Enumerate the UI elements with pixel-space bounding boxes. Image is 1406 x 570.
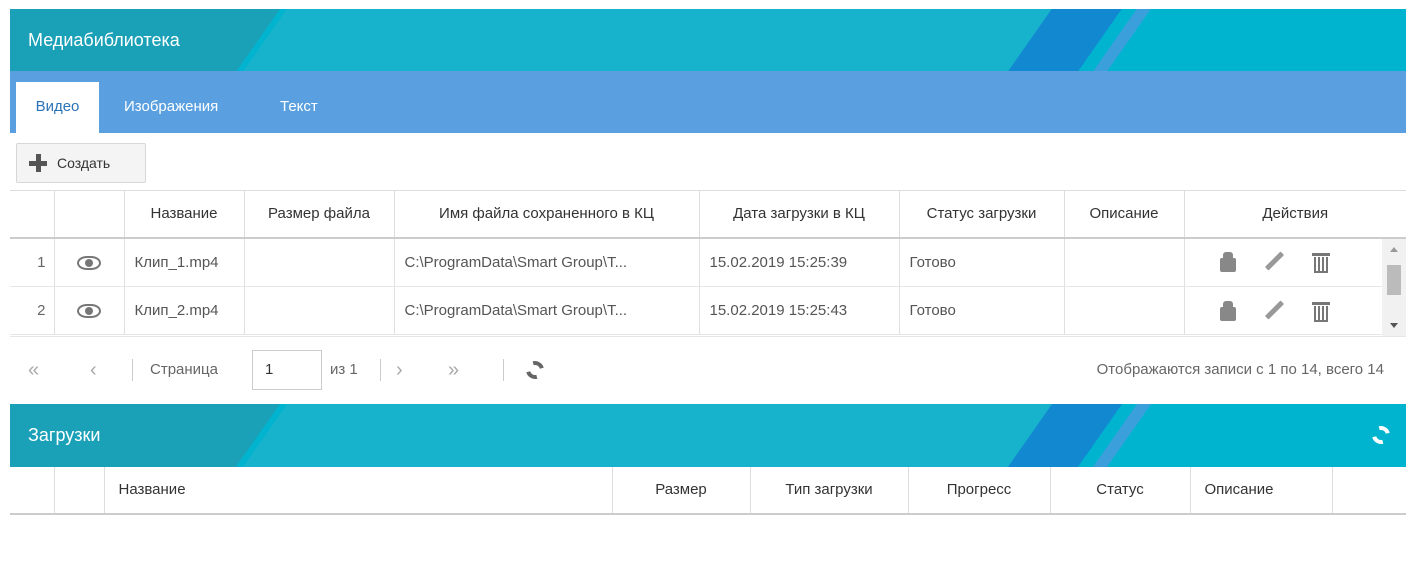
row-actions: [1184, 238, 1406, 287]
dl-column-header-type[interactable]: Тип загрузки: [750, 466, 909, 515]
row-date: 15.02.2019 15:25:43: [699, 286, 900, 335]
column-header-actions: Действия: [1184, 190, 1406, 239]
trash-icon[interactable]: [1310, 300, 1332, 322]
refresh-icon: [522, 357, 548, 382]
dl-column-header-progress[interactable]: Прогресс: [908, 466, 1051, 515]
pager-divider: [132, 358, 133, 381]
row-description: [1064, 286, 1185, 335]
table-row[interactable]: 2 Клип_2.mp4 C:\ProgramData\Smart Group\…: [10, 286, 1406, 335]
column-header-description[interactable]: Описание: [1064, 190, 1185, 239]
row-size: [244, 286, 395, 335]
pager-divider: [503, 358, 504, 381]
pencil-icon[interactable]: [1263, 300, 1285, 322]
pencil-icon[interactable]: [1263, 251, 1285, 273]
spy-icon[interactable]: [1217, 251, 1239, 273]
dl-column-header-size[interactable]: Размер: [612, 466, 751, 515]
media-table-body: 1 Клип_1.mp4 C:\ProgramData\Smart Group\…: [10, 238, 1406, 336]
dl-column-header-name[interactable]: Название: [104, 466, 613, 515]
tab-text[interactable]: Текст: [266, 82, 332, 133]
row-description: [1064, 238, 1185, 287]
refresh-button[interactable]: [522, 337, 548, 403]
create-button-label: Создать: [57, 155, 111, 171]
row-size: [244, 238, 395, 287]
next-page-button[interactable]: ›: [396, 337, 403, 403]
row-number: 1: [10, 238, 55, 287]
row-name: Клип_2.mp4: [124, 286, 245, 335]
last-page-button[interactable]: »: [448, 337, 459, 403]
tab-images[interactable]: Изображения: [110, 82, 232, 133]
media-library-panel: Медиабиблиотека Видео Изображения Текст …: [10, 9, 1406, 515]
pager-divider: [380, 358, 381, 381]
refresh-icon: [1368, 422, 1394, 447]
row-status: Готово: [899, 286, 1065, 335]
dl-column-header-icon: [54, 466, 105, 515]
pager: « ‹ Страница из 1 › » Отображаются запис…: [10, 335, 1406, 404]
column-header-name[interactable]: Название: [124, 190, 245, 239]
vertical-scrollbar[interactable]: [1382, 238, 1406, 336]
first-page-button[interactable]: «: [28, 337, 39, 403]
table-row[interactable]: 1 Клип_1.mp4 C:\ProgramData\Smart Group\…: [10, 238, 1406, 287]
column-header-preview: [54, 190, 125, 239]
row-name: Клип_1.mp4: [124, 238, 245, 287]
preview-cell: [54, 286, 125, 335]
tab-video[interactable]: Видео: [16, 82, 99, 133]
scrollbar-thumb[interactable]: [1387, 264, 1401, 295]
row-path: C:\ProgramData\Smart Group\T...: [394, 238, 700, 287]
records-info: Отображаются записи с 1 по 14, всего 14: [1096, 360, 1384, 378]
column-header-stored-file-name[interactable]: Имя файла сохраненного в КЦ: [394, 190, 700, 239]
media-table-rows: 1 Клип_1.mp4 C:\ProgramData\Smart Group\…: [10, 238, 1406, 335]
dl-column-header-extra: [1332, 466, 1406, 515]
column-header-number: [10, 190, 55, 239]
page-label: Страница: [150, 360, 218, 378]
scroll-down-icon[interactable]: [1390, 322, 1398, 328]
downloads-refresh-button[interactable]: [1368, 422, 1394, 447]
media-library-title: Медиабиблиотека: [28, 30, 180, 50]
tab-bar: Видео Изображения Текст: [10, 71, 1406, 133]
row-date: 15.02.2019 15:25:39: [699, 238, 900, 287]
trash-icon[interactable]: [1310, 251, 1332, 274]
scroll-up-icon[interactable]: [1390, 246, 1398, 252]
eye-icon[interactable]: [77, 304, 101, 319]
media-table-header: Название Размер файла Имя файла сохранен…: [10, 190, 1406, 239]
dl-column-header-status[interactable]: Статус: [1050, 466, 1191, 515]
page-number-input[interactable]: [252, 349, 322, 390]
row-actions: [1184, 286, 1406, 335]
downloads-header: Загрузки: [10, 403, 1406, 467]
downloads-table-header: Название Размер Тип загрузки Прогресс Ст…: [10, 466, 1406, 515]
column-header-file-size[interactable]: Размер файла: [244, 190, 395, 239]
dl-column-header-number: [10, 466, 55, 515]
column-header-upload-status[interactable]: Статус загрузки: [899, 190, 1065, 239]
row-path: C:\ProgramData\Smart Group\T...: [394, 286, 700, 335]
dl-column-header-description[interactable]: Описание: [1190, 466, 1333, 515]
eye-icon[interactable]: [77, 255, 101, 270]
spy-icon[interactable]: [1217, 300, 1239, 322]
column-header-upload-date[interactable]: Дата загрузки в КЦ: [699, 190, 900, 239]
toolbar: Создать: [10, 133, 1406, 190]
preview-cell: [54, 238, 125, 287]
create-button[interactable]: Создать: [16, 143, 146, 183]
row-number: 2: [10, 286, 55, 335]
plus-icon: [29, 154, 47, 172]
media-library-header: Медиабиблиотека: [10, 9, 1406, 71]
downloads-title: Загрузки: [28, 424, 101, 445]
row-status: Готово: [899, 238, 1065, 287]
page-count: из 1: [330, 360, 358, 378]
prev-page-button[interactable]: ‹: [90, 337, 97, 403]
